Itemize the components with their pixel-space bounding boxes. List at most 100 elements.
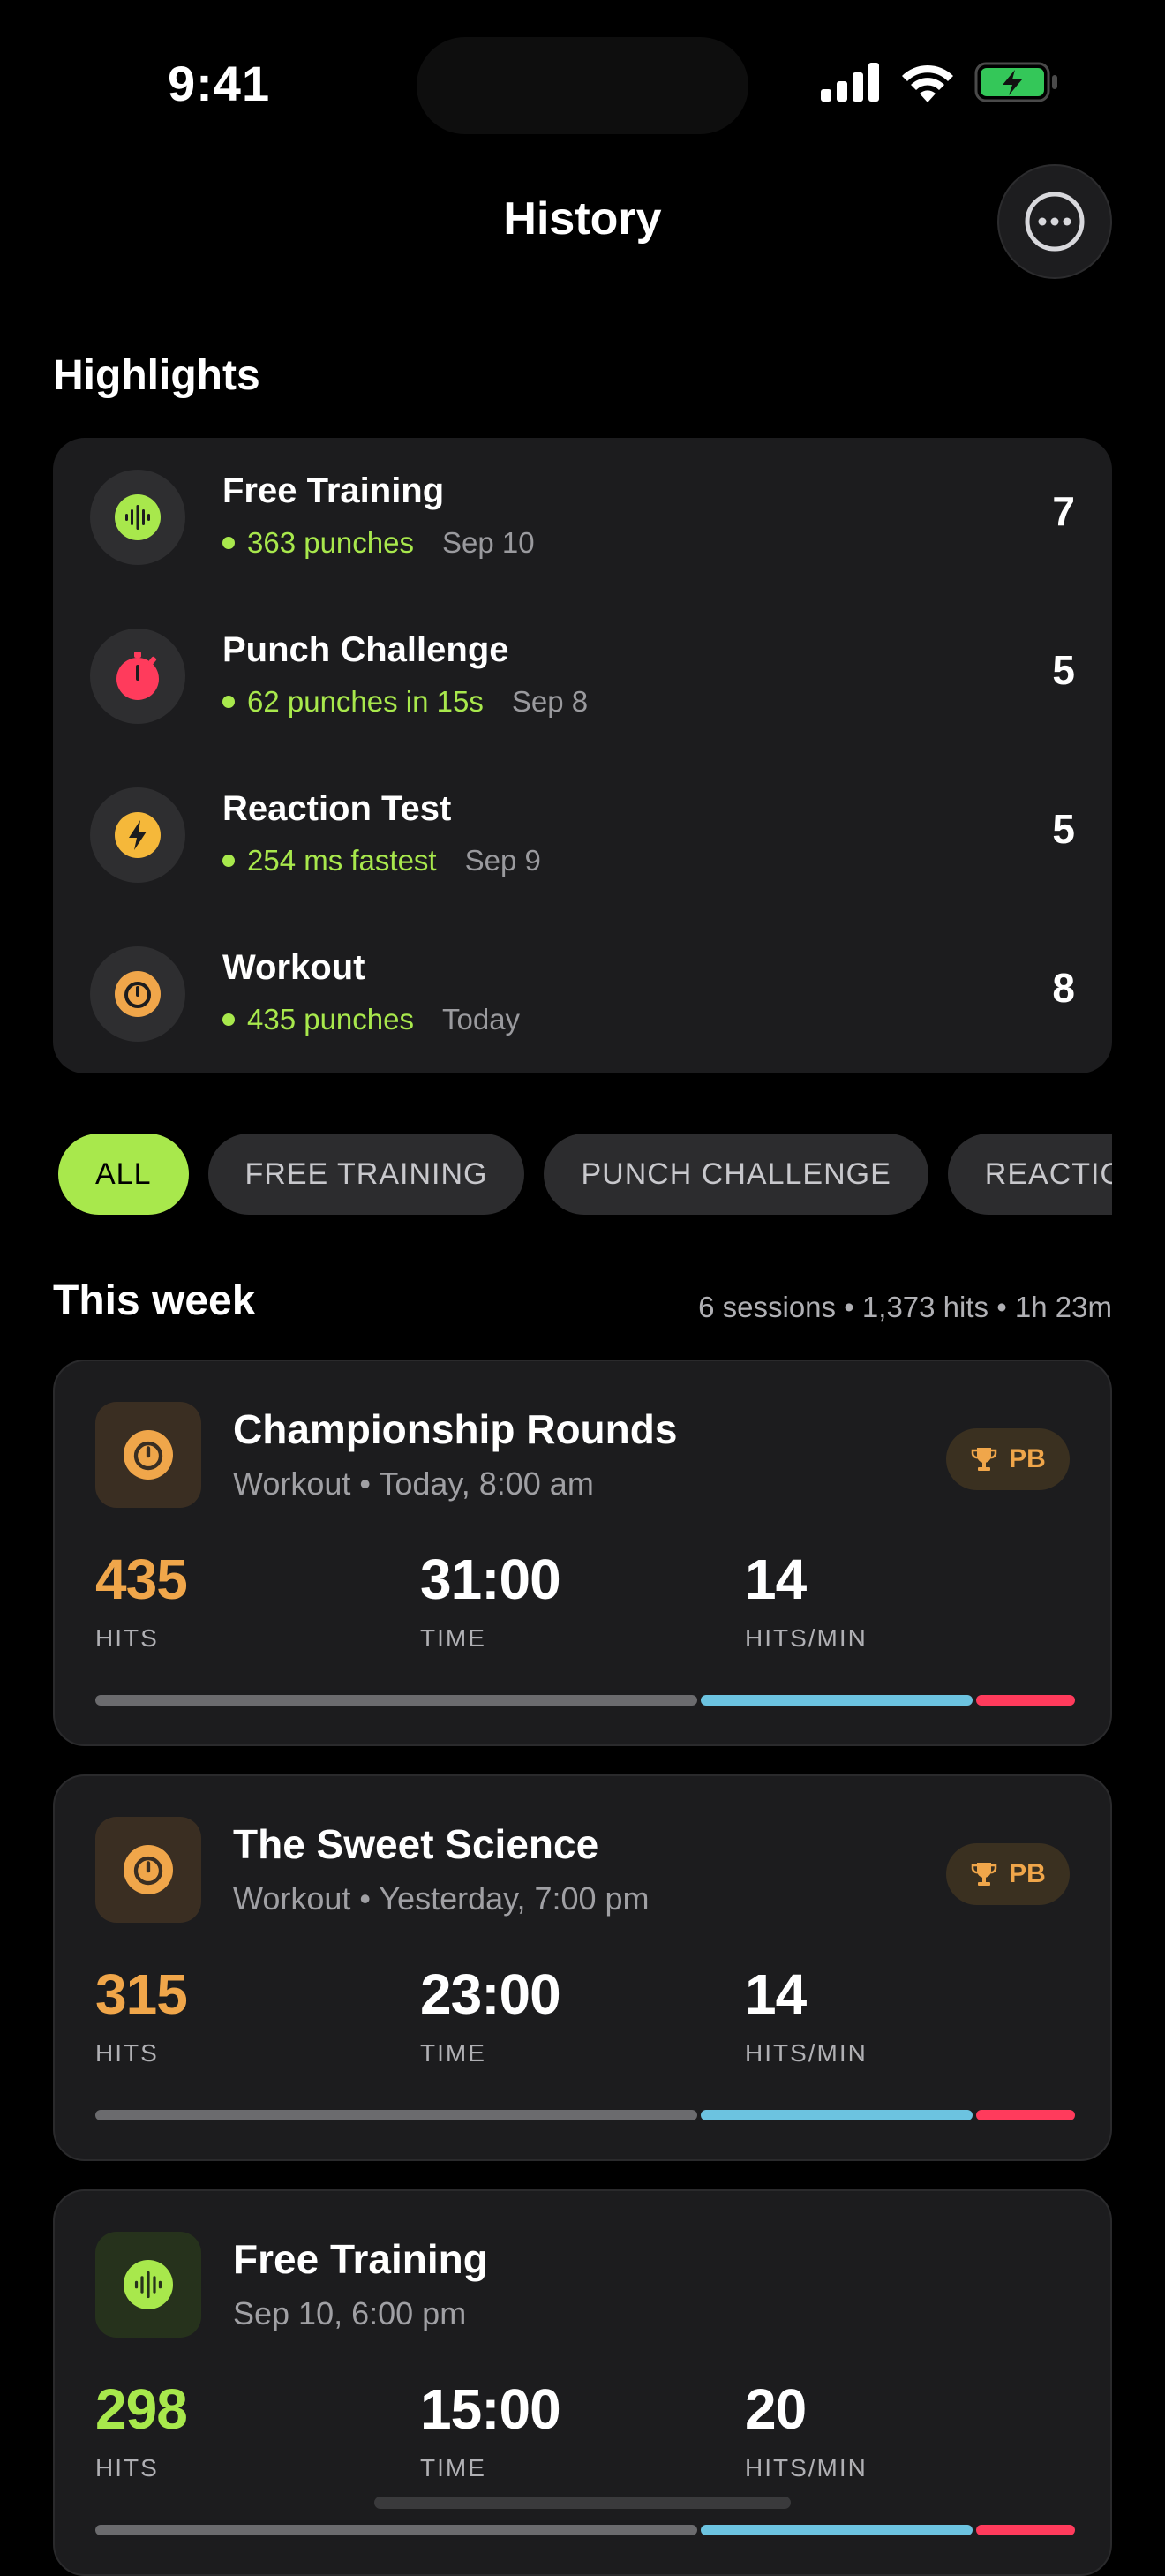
filter-chip-all[interactable]: ALL <box>58 1134 189 1215</box>
highlight-title: Workout <box>222 948 365 987</box>
stat-label: HITS/MIN <box>745 2454 868 2482</box>
highlight-count: 8 <box>1052 965 1075 1011</box>
filter-chip-punch-challenge[interactable]: PUNCH CHALLENGE <box>544 1134 928 1215</box>
session-card-championship-rounds[interactable]: Championship Rounds Workout • Today, 8:0… <box>53 1360 1112 1746</box>
stat-rate: 14 HITS/MIN <box>745 1547 868 1653</box>
timer-icon <box>95 1817 201 1923</box>
status-icons <box>821 62 1059 102</box>
cellular-signal-icon <box>821 63 879 102</box>
session-subtitle: Workout • Yesterday, 7:00 pm <box>233 1880 650 1917</box>
filter-chip-free-training[interactable]: FREE TRAINING <box>207 1134 525 1215</box>
session-title: The Sweet Science <box>233 1821 599 1867</box>
session-card-sweet-science[interactable]: The Sweet Science Workout • Yesterday, 7… <box>53 1774 1112 2161</box>
highlight-item-workout[interactable]: Workout 435 punches Today 8 <box>53 915 1112 1073</box>
stat-value: 14 <box>745 1548 807 1611</box>
wifi-icon <box>902 64 953 102</box>
pb-label: PB <box>1009 1444 1046 1473</box>
stat-time: 15:00 TIME <box>420 2376 561 2482</box>
filter-chips: ALLFREE TRAININGPUNCH CHALLENGEREACTION … <box>58 1134 1112 1216</box>
stat-hits: 298 HITS <box>95 2376 188 2482</box>
waveform-icon <box>95 2232 201 2338</box>
status-time: 9:41 <box>168 56 271 111</box>
highlight-count: 7 <box>1052 488 1075 534</box>
stat-value: 31:00 <box>420 1548 561 1611</box>
bar-segment <box>976 1695 1075 1706</box>
status-dot <box>222 537 235 549</box>
bar-segment <box>95 2110 697 2120</box>
week-summary: 6 sessions • 1,373 hits • 1h 23m <box>698 1291 1112 1323</box>
stat-label: HITS <box>95 2039 159 2067</box>
highlight-count: 5 <box>1052 806 1075 852</box>
home-indicator[interactable] <box>374 2497 791 2509</box>
stat-value: 15:00 <box>420 2377 561 2441</box>
segment-bar <box>95 2525 1075 2535</box>
stat-value: 435 <box>95 1548 188 1611</box>
stat-label: TIME <box>420 1624 486 1652</box>
status-bar: 9:41 <box>0 0 1165 168</box>
filter-chip-reaction-test[interactable]: REACTION TEST <box>947 1134 1112 1215</box>
stat-time: 23:00 TIME <box>420 1962 561 2068</box>
pb-badge: PB <box>946 1428 1070 1490</box>
timer-icon <box>95 1402 201 1508</box>
dynamic-island <box>417 37 748 134</box>
stat-value: 298 <box>95 2377 188 2441</box>
highlight-date: Sep 8 <box>511 685 589 718</box>
stat-hits: 435 HITS <box>95 1547 188 1653</box>
session-subtitle: Sep 10, 6:00 pm <box>233 2295 467 2331</box>
stat-label: HITS/MIN <box>745 2039 868 2067</box>
stat-label: HITS <box>95 2454 159 2482</box>
stat-rate: 14 HITS/MIN <box>745 1962 868 2068</box>
highlight-date: Sep 9 <box>464 844 541 877</box>
battery-charging-icon <box>974 62 1057 102</box>
trophy-icon <box>971 1863 997 1886</box>
stat-time: 31:00 TIME <box>420 1547 561 1653</box>
bar-segment <box>976 2525 1075 2535</box>
highlight-title: Free Training <box>222 471 445 510</box>
highlight-date: Today <box>442 1003 521 1036</box>
week-title: This week <box>53 1277 256 1324</box>
stat-value: 20 <box>745 2377 807 2441</box>
stat-label: TIME <box>420 2039 486 2067</box>
bolt-icon <box>90 787 185 883</box>
status-dot <box>222 696 235 708</box>
bar-segment <box>95 2525 697 2535</box>
highlight-item-punch-challenge[interactable]: Punch Challenge 62 punches in 15s Sep 8 … <box>53 597 1112 756</box>
stat-label: HITS/MIN <box>745 1624 868 1652</box>
ellipsis-circle-icon <box>1025 192 1085 252</box>
bar-segment <box>701 2110 973 2120</box>
bar-segment <box>701 2525 973 2535</box>
session-title: Championship Rounds <box>233 1406 678 1452</box>
bar-segment <box>701 1695 973 1706</box>
highlight-title: Punch Challenge <box>222 630 509 669</box>
stat-hits: 315 HITS <box>95 1962 188 2068</box>
highlight-date: Sep 10 <box>442 526 535 559</box>
stat-label: HITS <box>95 1624 159 1652</box>
highlight-title: Reaction Test <box>222 789 452 828</box>
highlight-metric: 254 ms fastest <box>247 844 437 877</box>
highlights-title: Highlights <box>53 352 260 399</box>
trophy-icon <box>971 1448 997 1471</box>
session-subtitle: Workout • Today, 8:00 am <box>233 1465 594 1502</box>
highlight-metric: 435 punches <box>247 1003 414 1036</box>
stat-rate: 20 HITS/MIN <box>745 2376 868 2482</box>
highlight-item-reaction-test[interactable]: Reaction Test 254 ms fastest Sep 9 5 <box>53 756 1112 915</box>
more-options-button[interactable] <box>997 164 1112 279</box>
stopwatch-icon <box>90 629 185 724</box>
bar-segment <box>95 1695 697 1706</box>
session-card-free-training[interactable]: Free Training Sep 10, 6:00 pm 298 HITS 1… <box>53 2189 1112 2576</box>
stat-label: TIME <box>420 2454 486 2482</box>
highlight-count: 5 <box>1052 647 1075 693</box>
page-title: History <box>503 193 662 245</box>
timer-icon <box>90 946 185 1042</box>
bar-segment <box>976 2110 1075 2120</box>
stat-value: 14 <box>745 1962 807 2026</box>
pb-label: PB <box>1009 1859 1046 1888</box>
stat-value: 315 <box>95 1962 188 2026</box>
status-dot <box>222 855 235 867</box>
session-title: Free Training <box>233 2236 488 2282</box>
waveform-icon <box>90 470 185 565</box>
highlights-card: Free Training 363 punches Sep 10 7 Punch… <box>53 438 1112 1073</box>
segment-bar <box>95 1695 1075 1706</box>
highlight-item-free-training[interactable]: Free Training 363 punches Sep 10 7 <box>53 438 1112 597</box>
segment-bar <box>95 2110 1075 2120</box>
